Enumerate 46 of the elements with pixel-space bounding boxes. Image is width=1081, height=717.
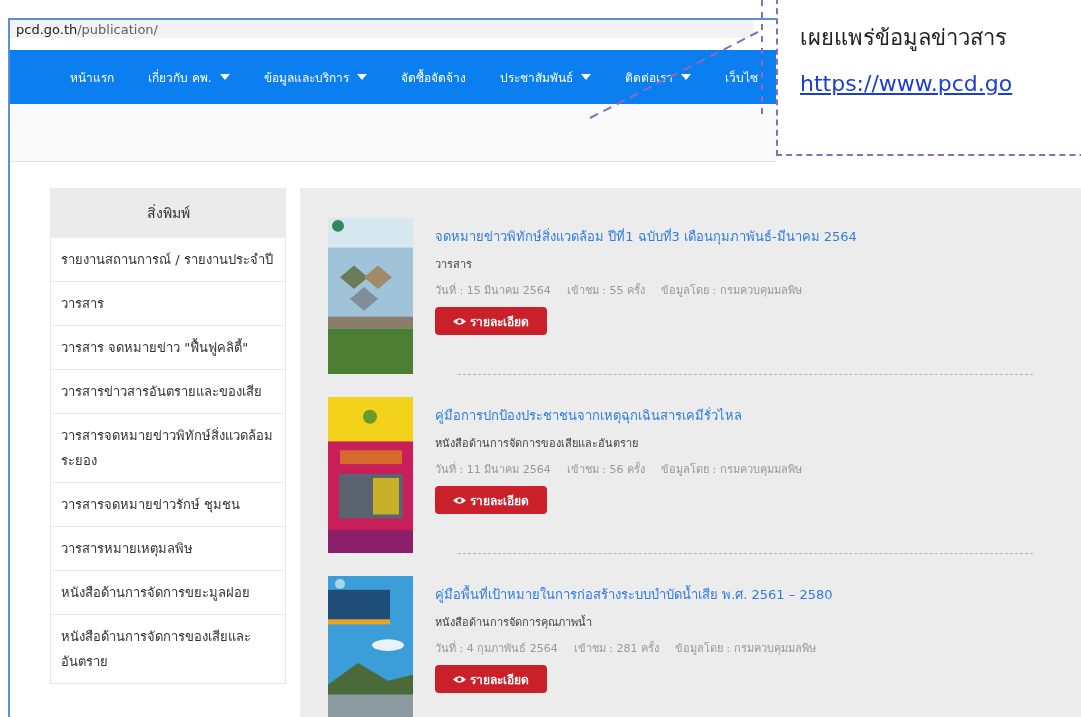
sidebar-item[interactable]: วารสารข่าวสารอันตรายและของเสีย bbox=[50, 370, 286, 414]
nav-item[interactable]: เกี่ยวกับ คพ. bbox=[148, 67, 230, 87]
sidebar-item[interactable]: หนังสือด้านการจัดการของเสียและอันตราย bbox=[50, 615, 286, 684]
sidebar-item[interactable]: รายงานสถานการณ์ / รายงานประจำปี bbox=[50, 238, 286, 282]
nav-item[interactable]: หน้าแรก bbox=[70, 67, 114, 87]
caret-icon bbox=[680, 74, 691, 80]
publication-title[interactable]: คู่มือพื้นที่เป้าหมายในการก่อสร้างระบบบำบัดน้ำเสีย พ.ศ. 2561 – 2580 bbox=[435, 584, 833, 605]
sidebar-title: สิ่งพิมพ์ bbox=[50, 188, 286, 238]
detail-button[interactable]: รายละเอียด bbox=[435, 665, 547, 693]
publication-category: หนังสือด้านการจัดการของเสียและอันตราย bbox=[435, 436, 639, 452]
nav-item[interactable]: จัดซื้อจัดจ้าง bbox=[400, 67, 466, 87]
sidebar-item[interactable]: วารสารจดหมายข่าวพิทักษ์สิ่งแวดล้อม ระยอง bbox=[50, 414, 286, 483]
publish-date: วันที่ : 11 มีนาคม 2564 bbox=[435, 460, 551, 478]
eye-icon bbox=[453, 674, 466, 684]
view-count: เข้าชม : 281 ครั้ง bbox=[573, 640, 659, 657]
detail-button[interactable]: รายละเอียด bbox=[435, 486, 547, 514]
publication-category: วารสาร bbox=[435, 257, 473, 273]
publication-title[interactable]: จดหมายข่าวพิทักษ์สิ่งแวดล้อม ปีที่1 ฉบับที่3 เดือนกุมภาพันธ์-มีนาคม 2564 bbox=[435, 226, 857, 247]
nav-item[interactable]: เว็บไซ bbox=[724, 67, 758, 87]
address-path: /publication/ bbox=[77, 21, 158, 37]
eye-icon bbox=[453, 316, 466, 326]
publication-category: หนังสือด้านการจัดการคุณภาพน้ำ bbox=[435, 614, 593, 631]
publish-date: วันที่ : 15 มีนาคม 2564 bbox=[435, 281, 551, 299]
publish-date: วันที่ : 4 กุมภาพันธ์ 2564 bbox=[435, 639, 558, 657]
publication-title[interactable]: คู่มือการปกป้องประชาชนจากเหตุฉุกเฉินสารเคมีรั่วไหล bbox=[435, 405, 802, 426]
detail-button[interactable]: รายละเอียด bbox=[435, 307, 547, 335]
address-host: pcd.go.th bbox=[16, 21, 78, 37]
view-count: เข้าชม : 56 ครั้ง bbox=[566, 461, 645, 478]
sidebar-item[interactable]: วารสารหมายเหตุมลพิษ bbox=[50, 527, 286, 571]
eye-icon bbox=[453, 495, 466, 505]
nav-item[interactable]: ติดต่อเรา bbox=[624, 67, 691, 87]
view-count: เข้าชม : 55 ครั้ง bbox=[566, 282, 645, 299]
sidebar-item[interactable]: หนังสือด้านการจัดการขยะมูลฝอย bbox=[50, 571, 286, 615]
publication-source: ข้อมูลโดย : กรมควบคุมมลพิษ bbox=[660, 283, 802, 299]
nav-item[interactable]: ข้อมูลและบริการ bbox=[263, 67, 367, 87]
sidebar-item[interactable]: วารสาร bbox=[50, 282, 286, 326]
callout-text: เผยแพร่ข้อมูลข่าวสาร bbox=[800, 24, 1008, 53]
sidebar-item[interactable]: วารสาร จดหมายข่าว "ฟื้นฟูคลิตี้" bbox=[50, 326, 286, 370]
sidebar-item[interactable]: วารสารจดหมายข่าวรักษ์ ชุมชน bbox=[50, 483, 286, 527]
callout-link[interactable]: https://www.pcd.go bbox=[800, 71, 1081, 96]
publication-source: ข้อมูลโดย : กรมควบคุมมลพิษ bbox=[674, 641, 816, 657]
caret-icon bbox=[219, 74, 230, 80]
caret-icon bbox=[580, 74, 591, 80]
publication-source: ข้อมูลโดย : กรมควบคุมมลพิษ bbox=[660, 462, 802, 478]
nav-item[interactable]: ประชาสัมพันธ์ bbox=[499, 67, 591, 87]
caret-icon bbox=[356, 74, 367, 80]
